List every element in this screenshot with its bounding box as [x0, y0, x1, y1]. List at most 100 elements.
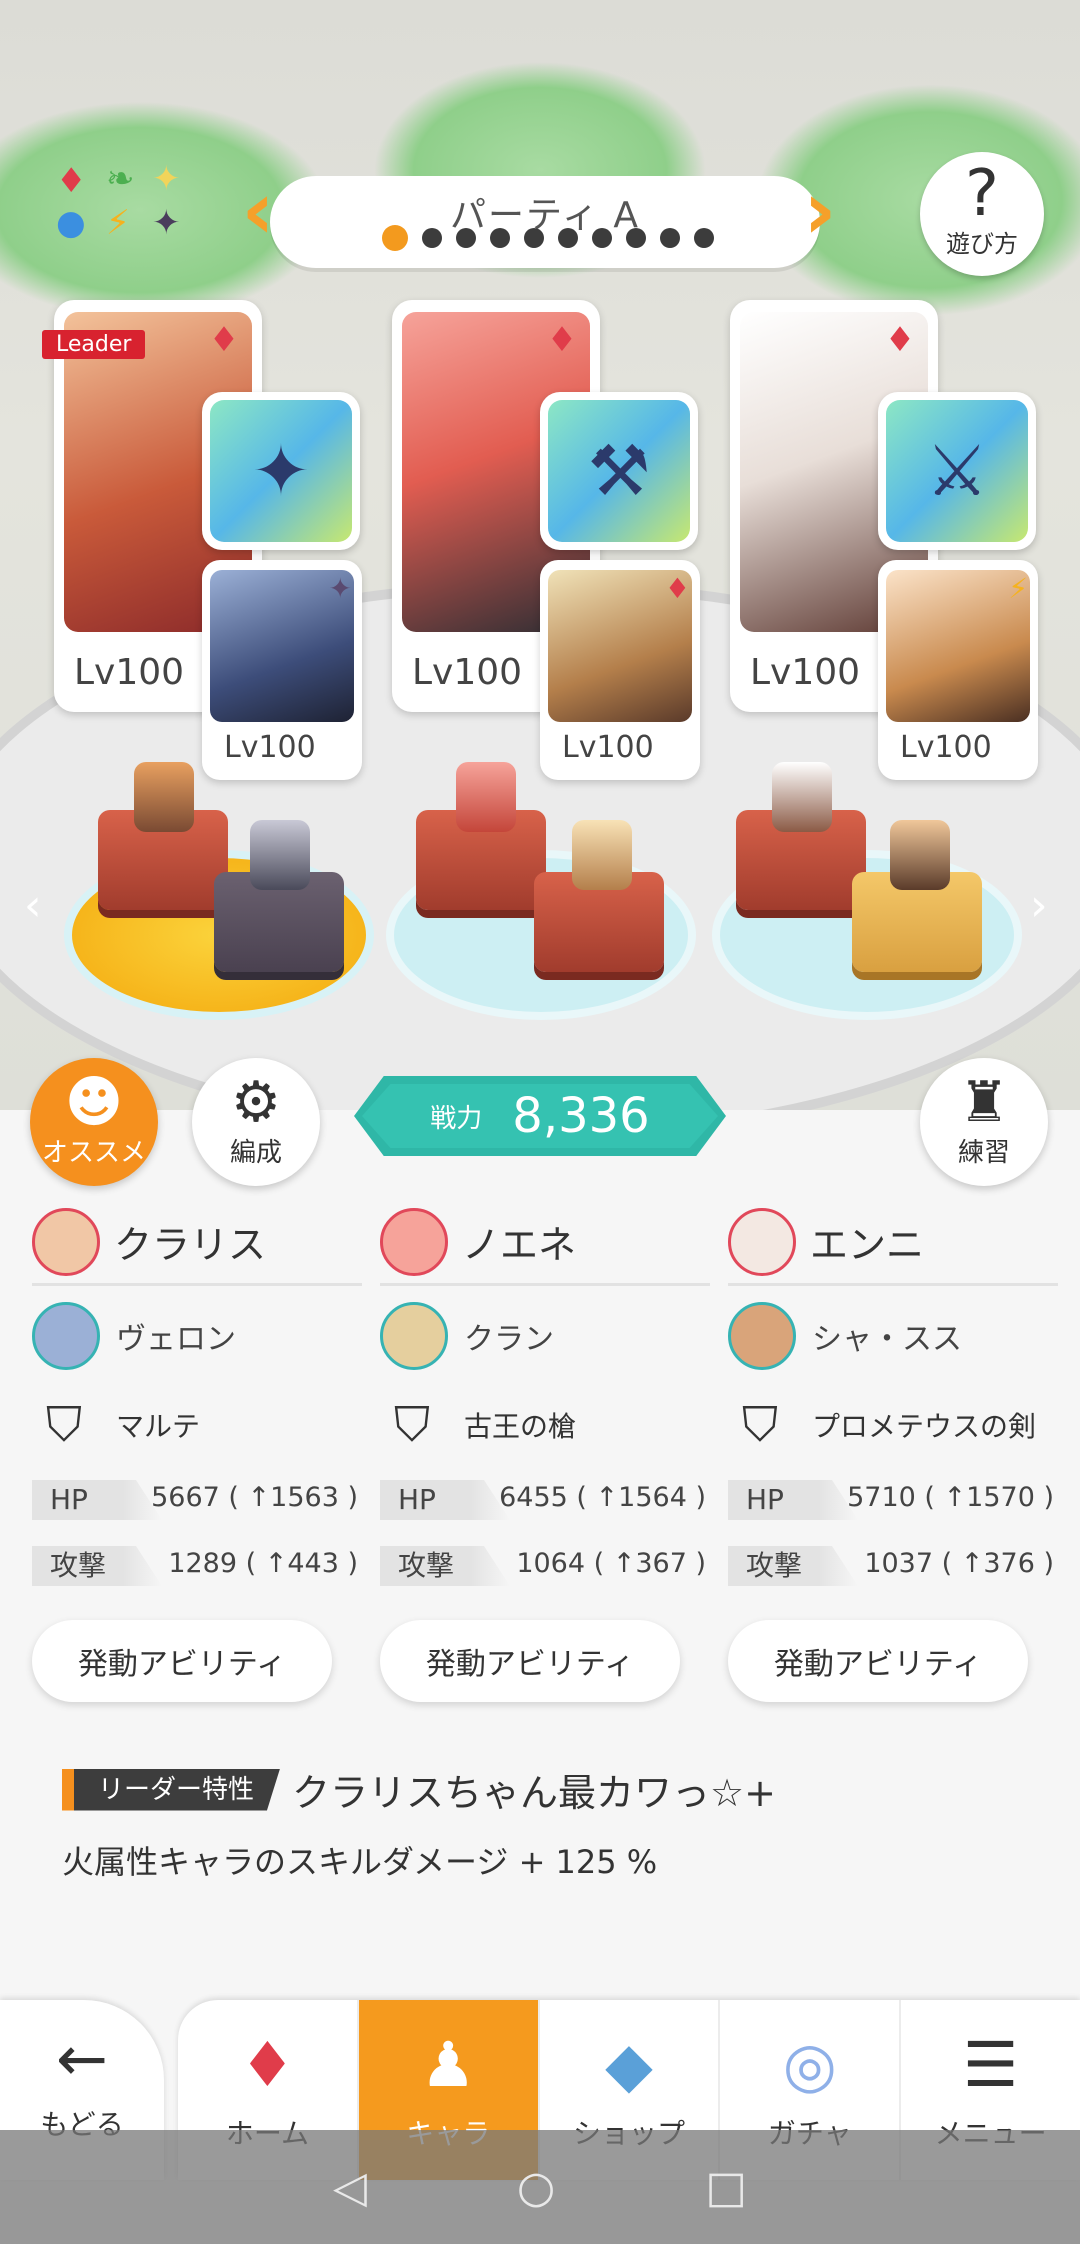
formation-icon: ⚙	[230, 1070, 282, 1135]
weapon-slot-3[interactable]: ⚔	[878, 392, 1036, 550]
support-row[interactable]: シャ・スス	[728, 1290, 1058, 1382]
party-page-dot[interactable]	[694, 228, 714, 248]
shield-sword-icon: ⛉	[741, 1396, 778, 1453]
party-page-dot[interactable]	[626, 228, 646, 248]
party-page-dot[interactable]	[382, 225, 408, 251]
hp-value: 5710 ( ↑1570 )	[847, 1482, 1054, 1513]
hp-stat: HP 6455 ( ↑1564 )	[380, 1474, 710, 1534]
leader-row[interactable]: クラリス	[32, 1200, 362, 1286]
hp-value: 5667 ( ↑1563 )	[151, 1482, 358, 1513]
attack-label: 攻撃	[380, 1546, 510, 1586]
character-sprite	[772, 762, 832, 832]
hp-stat: HP 5710 ( ↑1570 )	[728, 1474, 1058, 1534]
support-card-2[interactable]: ♦ Lv100	[540, 560, 700, 780]
fire-element-icon: ♦	[546, 320, 578, 360]
spear-icon: ⚒	[548, 400, 690, 542]
character-level: Lv100	[412, 652, 523, 693]
ability-button[interactable]: 発動アビリティ	[380, 1620, 680, 1702]
leader-row[interactable]: エンニ	[728, 1200, 1058, 1286]
power-value: 8,336	[512, 1088, 650, 1144]
fire-element-icon: ♦	[664, 572, 690, 605]
support-row[interactable]: クラン	[380, 1290, 710, 1382]
weapon-name: プロメテウスの剣	[812, 1410, 1037, 1443]
support-level: Lv100	[224, 730, 316, 765]
attack-stat: 攻撃 1289 ( ↑443 )	[32, 1540, 362, 1600]
weapon-slot-2[interactable]: ⚒	[540, 392, 698, 550]
light-element-icon: ✦	[152, 159, 181, 199]
ability-button[interactable]: 発動アビリティ	[728, 1620, 1028, 1702]
scroll-right-arrow[interactable]: ›	[1030, 880, 1048, 931]
party-page-dot[interactable]	[558, 228, 578, 248]
support-row[interactable]: ヴェロン	[32, 1290, 362, 1382]
character-sprite	[250, 820, 310, 890]
character-name: エンニ	[810, 1223, 925, 1267]
weapon-row[interactable]: ⛉ 古王の槍	[380, 1382, 710, 1468]
weapon-slot-1[interactable]: ✦	[202, 392, 360, 550]
party-column-2: ノエネ クラン ⛉ 古王の槍 HP 6455 ( ↑1564 ) 攻撃 1064…	[380, 1200, 710, 1702]
fire-element-icon: ♦	[208, 320, 240, 360]
recommend-label: オススメ	[41, 1138, 146, 1168]
fire-element-icon: ♦	[884, 320, 916, 360]
hp-label: HP	[32, 1480, 162, 1520]
character-avatar	[728, 1207, 796, 1276]
party-page-dots	[382, 225, 714, 251]
party-next-arrow[interactable]: ›	[800, 171, 840, 252]
system-home-icon[interactable]: ○	[517, 2162, 555, 2213]
recommend-button[interactable]: ☻ オススメ	[30, 1058, 158, 1186]
attack-stat: 攻撃 1064 ( ↑367 )	[380, 1540, 710, 1600]
power-badge: 戦力 8,336	[354, 1076, 726, 1156]
support-level: Lv100	[562, 730, 654, 765]
wind-element-icon: ❧	[106, 159, 135, 199]
support-name: シャ・スス	[812, 1322, 962, 1357]
thunder-element-icon: ⚡	[1008, 572, 1028, 605]
staff-icon: ✦	[210, 400, 352, 542]
practice-button[interactable]: ♜ 練習	[920, 1058, 1048, 1186]
ability-button[interactable]: 発動アビリティ	[32, 1620, 332, 1702]
leader-skill-name: クラリスちゃん最カワっ☆+	[292, 1771, 776, 1815]
character-sprite	[572, 820, 632, 890]
party-page-dot[interactable]	[660, 228, 680, 248]
system-back-icon[interactable]: ◁	[333, 2162, 367, 2213]
back-arrow-icon: ←	[56, 2022, 108, 2095]
support-name: クラン	[464, 1322, 554, 1357]
leader-tag: Leader	[42, 330, 146, 359]
character-avatar	[32, 1207, 100, 1276]
hp-stat: HP 5667 ( ↑1563 )	[32, 1474, 362, 1534]
leader-skill-description: 火属性キャラのスキルダメージ + 125 %	[62, 1843, 658, 1881]
hp-value: 6455 ( ↑1564 )	[499, 1482, 706, 1513]
attack-label: 攻撃	[32, 1546, 162, 1586]
attack-value: 1064 ( ↑367 )	[516, 1548, 706, 1579]
character-sprite	[456, 762, 516, 832]
menu-icon: ☰	[962, 2028, 1019, 2101]
training-dummy-icon: ♜	[958, 1070, 1010, 1135]
character-level: Lv100	[74, 652, 185, 693]
character-sprite	[134, 762, 194, 832]
character-name: ノエネ	[462, 1223, 577, 1267]
water-element-icon: ●	[56, 203, 86, 243]
weapon-row[interactable]: ⛉ プロメテウスの剣	[728, 1382, 1058, 1468]
party-page-dot[interactable]	[490, 228, 510, 248]
hp-label: HP	[380, 1480, 510, 1520]
leader-row[interactable]: ノエネ	[380, 1200, 710, 1286]
attack-value: 1037 ( ↑376 )	[864, 1548, 1054, 1579]
party-page-dot[interactable]	[456, 228, 476, 248]
support-avatar	[728, 1302, 796, 1370]
weapon-row[interactable]: ⛉ マルテ	[32, 1382, 362, 1468]
formation-button[interactable]: ⚙ 編成	[192, 1058, 320, 1186]
party-page-dot[interactable]	[422, 228, 442, 248]
character-avatar	[380, 1207, 448, 1276]
system-recents-icon[interactable]: □	[705, 2162, 747, 2213]
support-card-3[interactable]: ⚡ Lv100	[878, 560, 1038, 780]
party-page-dot[interactable]	[592, 228, 612, 248]
character-icon: ♟	[420, 2028, 476, 2101]
formation-label: 編成	[229, 1138, 282, 1168]
party-column-1: クラリス ヴェロン ⛉ マルテ HP 5667 ( ↑1563 ) 攻撃 128…	[32, 1200, 362, 1702]
scroll-left-arrow[interactable]: ‹	[24, 880, 42, 931]
system-navigation-bar: ◁ ○ □	[0, 2130, 1080, 2244]
party-selector: パーティ A	[270, 176, 820, 268]
support-card-1[interactable]: ✦ Lv100	[202, 560, 362, 780]
party-page-dot[interactable]	[524, 228, 544, 248]
sword-icon: ⚔	[886, 400, 1028, 542]
help-button[interactable]: ? 遊び方	[920, 152, 1044, 276]
element-cycle-icon[interactable]: ♦ ❧ ✦ ● ⚡ ✦	[48, 160, 198, 250]
